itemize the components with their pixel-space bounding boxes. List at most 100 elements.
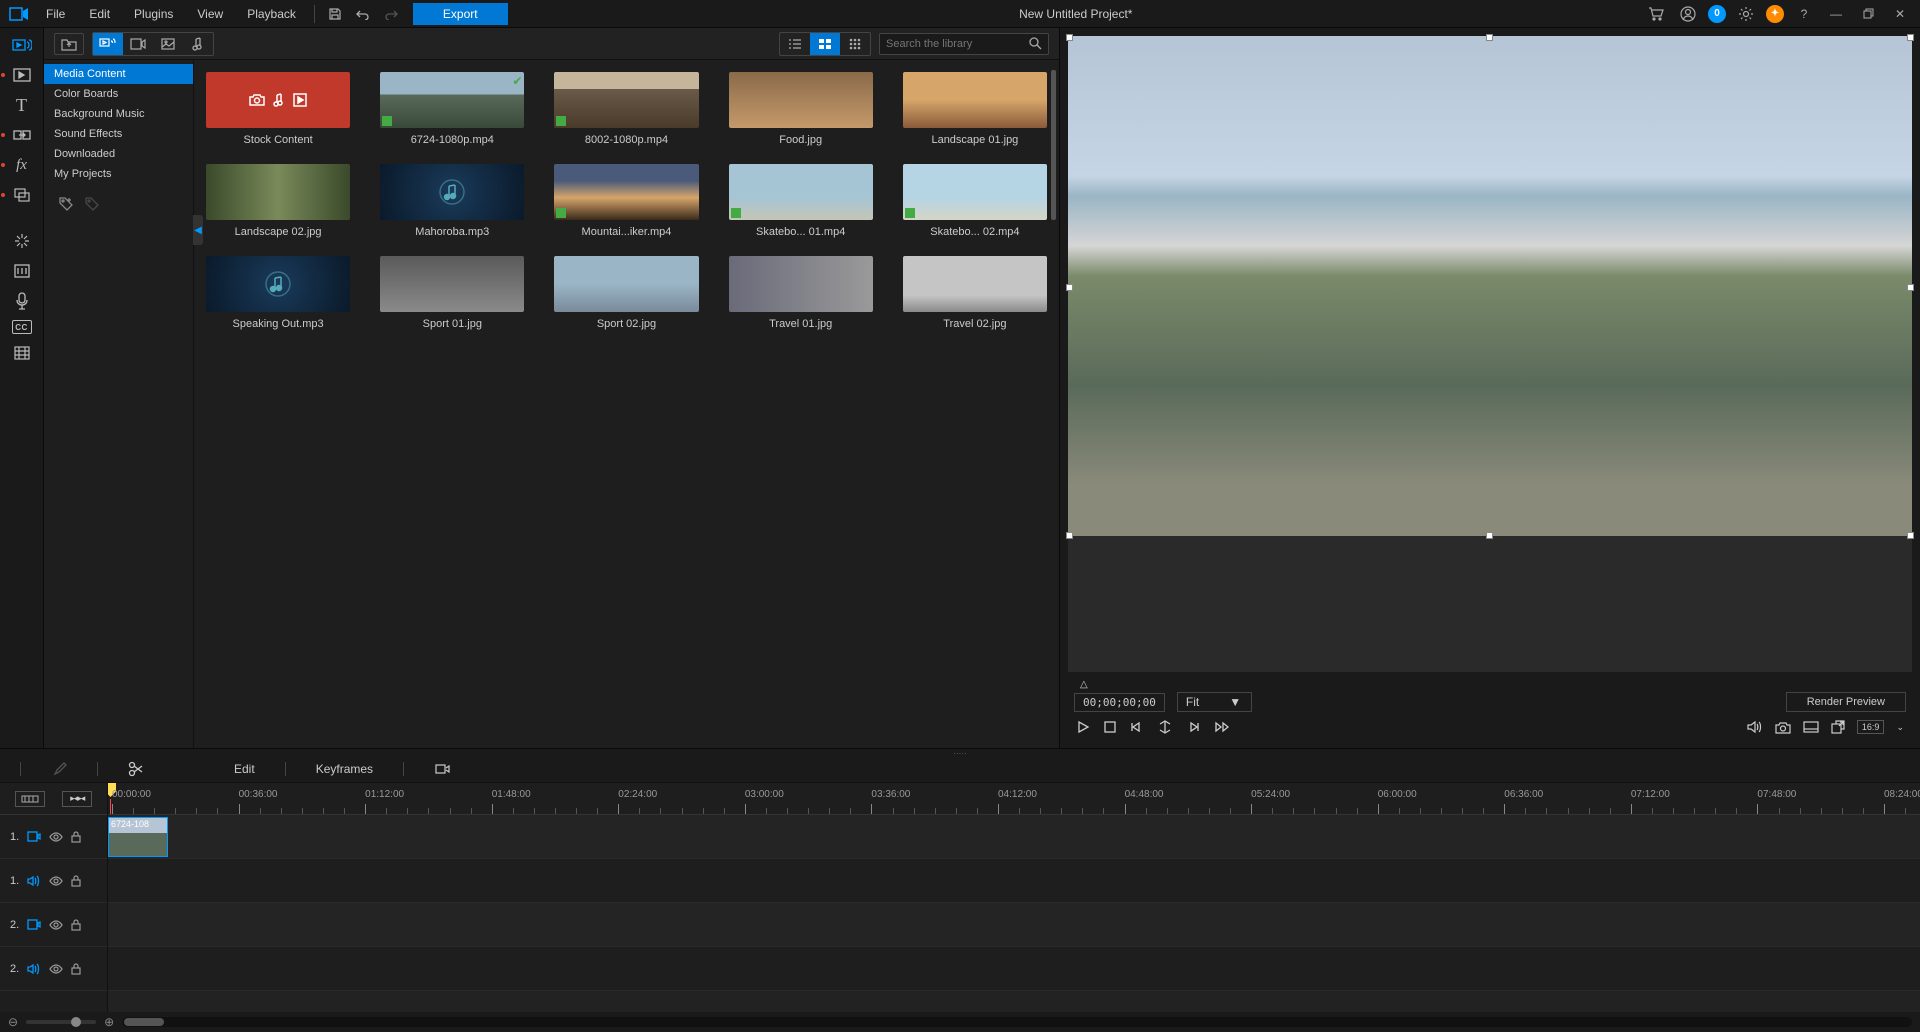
trackhead-audio[interactable]: 2. bbox=[0, 947, 107, 991]
media-thumbnail[interactable] bbox=[206, 256, 350, 312]
media-thumbnail[interactable] bbox=[903, 256, 1047, 312]
track-lock-icon[interactable] bbox=[71, 963, 81, 975]
camera-icon[interactable] bbox=[1775, 721, 1791, 734]
voiceover-room-icon[interactable] bbox=[7, 290, 37, 312]
timeline-hscroll[interactable] bbox=[122, 1017, 1912, 1027]
menu-edit[interactable]: Edit bbox=[79, 3, 120, 25]
selection-handle-tl[interactable] bbox=[1066, 34, 1073, 41]
aspect-ratio-badge[interactable]: 16:9 bbox=[1857, 720, 1885, 734]
menu-playback[interactable]: Playback bbox=[237, 3, 306, 25]
track-visibility-icon[interactable] bbox=[49, 964, 63, 974]
track-lock-icon[interactable] bbox=[71, 831, 81, 843]
zoom-slider[interactable] bbox=[26, 1020, 96, 1024]
ruler-mode-frames[interactable]: ▸◂▸◂ bbox=[62, 791, 92, 807]
media-item[interactable]: Stock Content bbox=[206, 72, 350, 146]
undock-icon[interactable] bbox=[1831, 720, 1845, 734]
tree-item-media-content[interactable]: Media Content bbox=[44, 64, 193, 84]
filter-audio-icon[interactable] bbox=[183, 33, 213, 55]
preview-viewport[interactable] bbox=[1068, 36, 1912, 672]
volume-icon[interactable] bbox=[1747, 720, 1763, 734]
minimize-icon[interactable]: — bbox=[1824, 4, 1848, 24]
media-item[interactable]: ✔6724-1080p.mp4 bbox=[380, 72, 524, 146]
export-button[interactable]: Export bbox=[413, 3, 508, 25]
brush-tool-icon[interactable] bbox=[51, 761, 67, 777]
media-item[interactable]: Sport 02.jpg bbox=[554, 256, 698, 330]
library-scrollbar[interactable] bbox=[1049, 60, 1059, 748]
save-icon[interactable] bbox=[323, 4, 347, 24]
zoom-in-icon[interactable]: ⊕ bbox=[104, 1015, 114, 1029]
track-row-video-1[interactable]: 6724-108 bbox=[108, 815, 1920, 859]
split-tool-icon[interactable] bbox=[128, 761, 144, 777]
track-row-audio-2[interactable] bbox=[108, 947, 1920, 991]
play-icon[interactable] bbox=[1076, 720, 1090, 734]
cart-icon[interactable] bbox=[1644, 4, 1668, 24]
maximize-icon[interactable] bbox=[1856, 4, 1880, 24]
media-thumbnail[interactable] bbox=[380, 256, 524, 312]
track-row-video-2[interactable] bbox=[108, 903, 1920, 947]
media-item[interactable]: Sport 01.jpg bbox=[380, 256, 524, 330]
fx-room-icon[interactable]: fx bbox=[7, 154, 37, 176]
trackhead-video[interactable]: 2. bbox=[0, 903, 107, 947]
particle-room-icon[interactable] bbox=[7, 230, 37, 252]
settings-icon[interactable] bbox=[1734, 4, 1758, 24]
snapshot-icon[interactable] bbox=[1158, 720, 1172, 734]
timeline-clip[interactable]: 6724-108 bbox=[108, 817, 168, 857]
premium-badge[interactable]: ✦ bbox=[1766, 5, 1784, 23]
keyframes-tab[interactable]: Keyframes bbox=[316, 762, 373, 776]
playhead[interactable] bbox=[110, 799, 111, 814]
tree-item-color-boards[interactable]: Color Boards bbox=[44, 84, 193, 104]
display-options-icon[interactable] bbox=[1803, 721, 1819, 733]
view-grid-icon[interactable] bbox=[810, 33, 840, 55]
menu-plugins[interactable]: Plugins bbox=[124, 3, 183, 25]
search-input[interactable] bbox=[886, 38, 1029, 50]
render-preview-button[interactable]: Render Preview bbox=[1786, 692, 1906, 712]
filter-video-icon[interactable] bbox=[123, 33, 153, 55]
selection-handle-mr[interactable] bbox=[1907, 284, 1914, 291]
trackhead-video[interactable]: 1. bbox=[0, 815, 107, 859]
media-room-icon[interactable] bbox=[7, 34, 37, 56]
undo-icon[interactable] bbox=[351, 4, 375, 24]
track-lock-icon[interactable] bbox=[71, 919, 81, 931]
edit-tab[interactable]: Edit bbox=[234, 762, 255, 776]
media-thumbnail[interactable] bbox=[554, 72, 698, 128]
subtitle-room-icon[interactable]: CC bbox=[12, 320, 32, 334]
ruler-mode-timecode[interactable] bbox=[15, 791, 45, 807]
selection-handle-tm[interactable] bbox=[1486, 34, 1493, 41]
stop-icon[interactable] bbox=[1104, 721, 1116, 733]
selection-handle-tr[interactable] bbox=[1907, 34, 1914, 41]
media-item[interactable]: Mountai...iker.mp4 bbox=[554, 164, 698, 238]
tag-add-icon[interactable] bbox=[58, 196, 74, 212]
timeline-ruler[interactable]: 00:00:0000:36:0001:12:0001:48:0002:24:00… bbox=[108, 783, 1920, 815]
zoom-out-icon[interactable]: ⊖ bbox=[8, 1015, 18, 1029]
menu-view[interactable]: View bbox=[187, 3, 233, 25]
more-tools-icon[interactable] bbox=[434, 762, 450, 776]
notification-badge[interactable]: 0 bbox=[1708, 5, 1726, 23]
media-item[interactable]: Skatebo... 02.mp4 bbox=[903, 164, 1047, 238]
timecode-display[interactable]: 00;00;00;00 bbox=[1074, 693, 1165, 712]
fast-forward-icon[interactable] bbox=[1214, 721, 1230, 733]
track-row-audio-1[interactable] bbox=[108, 859, 1920, 903]
library-search[interactable] bbox=[879, 33, 1049, 55]
overlay-room-icon[interactable] bbox=[7, 184, 37, 206]
prev-frame-icon[interactable] bbox=[1130, 721, 1144, 733]
transition-room-icon[interactable] bbox=[7, 124, 37, 146]
aspect-options-icon[interactable]: ⌄ bbox=[1896, 722, 1904, 733]
media-thumbnail[interactable] bbox=[903, 164, 1047, 220]
tree-item-background-music[interactable]: Background Music bbox=[44, 104, 193, 124]
media-thumbnail[interactable] bbox=[729, 164, 873, 220]
selection-handle-br[interactable] bbox=[1907, 532, 1914, 539]
media-item[interactable]: Travel 01.jpg bbox=[729, 256, 873, 330]
tag-icon[interactable] bbox=[84, 196, 100, 212]
media-item[interactable]: 8002-1080p.mp4 bbox=[554, 72, 698, 146]
media-thumbnail[interactable] bbox=[729, 256, 873, 312]
media-thumbnail[interactable] bbox=[554, 164, 698, 220]
media-item[interactable]: Landscape 01.jpg bbox=[903, 72, 1047, 146]
media-item[interactable]: Skatebo... 01.mp4 bbox=[729, 164, 873, 238]
import-media-icon[interactable] bbox=[54, 33, 84, 55]
preview-scrub[interactable]: △ bbox=[1068, 676, 1912, 690]
media-item[interactable]: Speaking Out.mp3 bbox=[206, 256, 350, 330]
track-visibility-icon[interactable] bbox=[49, 876, 63, 886]
effect-room-icon[interactable] bbox=[7, 64, 37, 86]
redo-icon[interactable] bbox=[379, 4, 403, 24]
track-lock-icon[interactable] bbox=[71, 875, 81, 887]
